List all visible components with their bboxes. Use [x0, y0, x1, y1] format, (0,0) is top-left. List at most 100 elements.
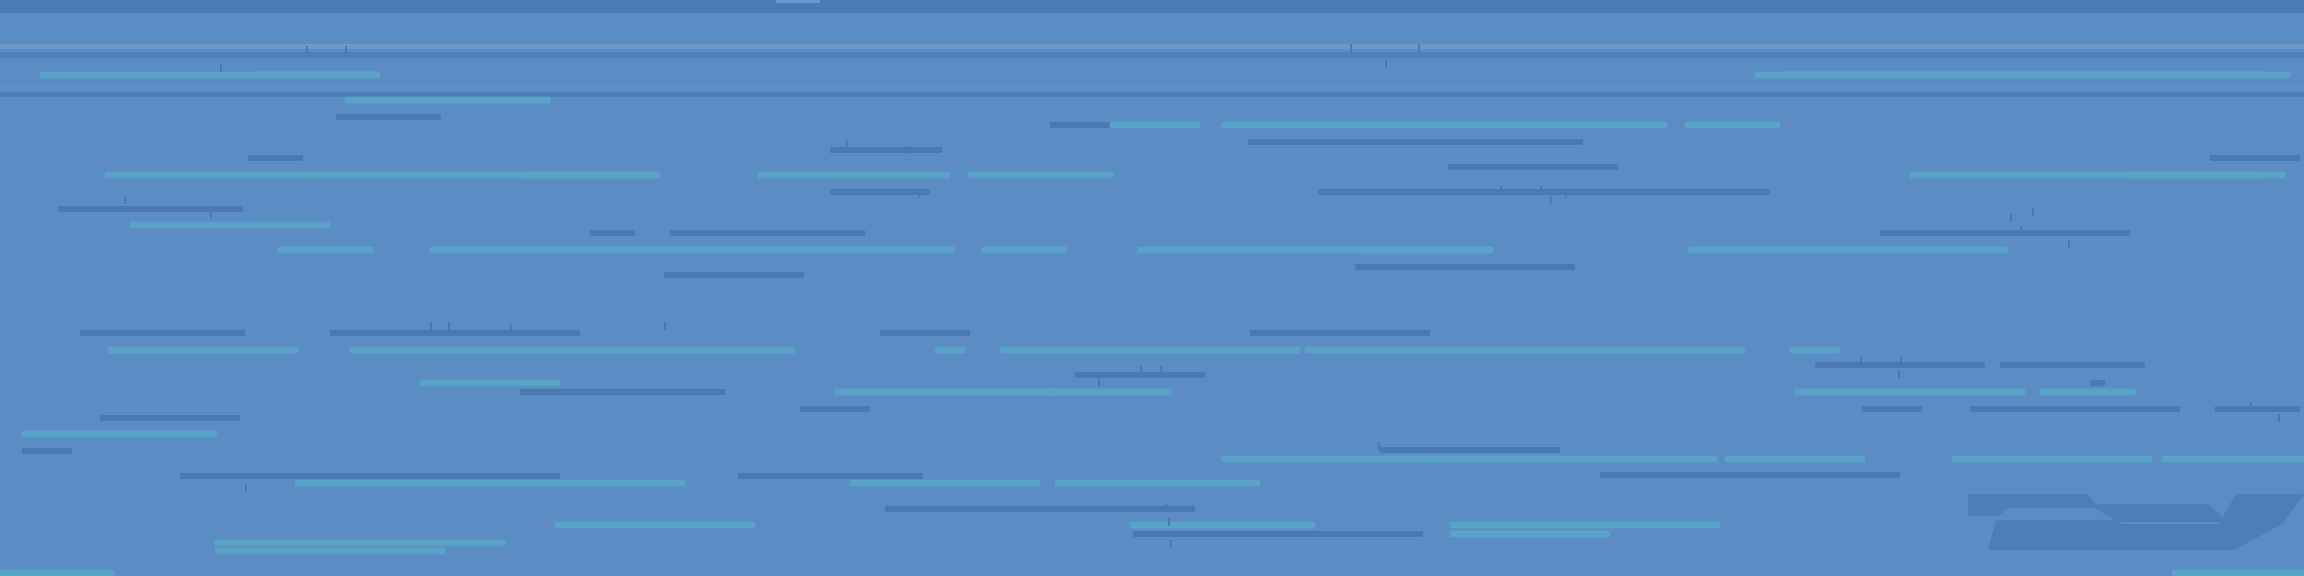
blurred-tick-mark [1550, 196, 1552, 204]
blurred-text-line [295, 480, 685, 486]
blurred-text-line [2215, 406, 2300, 412]
blurred-text-line [22, 431, 217, 437]
blurred-tick-mark [918, 190, 920, 198]
blurred-text-line [2000, 362, 2145, 368]
blurred-text-line [1688, 247, 2008, 253]
blurred-text-line [278, 247, 373, 253]
blurred-text-line [1355, 264, 1575, 270]
blurred-text-line [664, 272, 804, 278]
blurred-text-line [1725, 456, 1865, 462]
blurred-tick-mark [1350, 44, 1352, 52]
blurred-tick-mark [1900, 356, 1902, 364]
blurred-text-line [738, 473, 923, 479]
blurred-text-line [58, 206, 243, 212]
blurred-text-line [2172, 570, 2304, 576]
blurred-tick-mark [2278, 414, 2280, 422]
blurred-text-line [215, 540, 505, 546]
blurred-text-line [2210, 155, 2300, 161]
blurred-text-line [1685, 122, 1780, 128]
blurred-text-line [850, 480, 1040, 486]
blurred-tick-mark [1898, 370, 1900, 378]
blurred-tick-mark [345, 46, 347, 54]
blurred-text-line [1130, 522, 1315, 528]
blurred-text-line [1360, 247, 1490, 253]
blurred-tick-mark [2032, 208, 2034, 216]
blurred-tick-mark [1500, 186, 1502, 194]
blurred-text-line [885, 506, 1195, 512]
blurred-text-line [215, 548, 445, 554]
blurred-tick-mark [906, 146, 908, 154]
blurred-text-line [1862, 406, 1922, 412]
blurred-tick-mark [1165, 504, 1167, 512]
blurred-text-line [800, 406, 870, 412]
blurred-text-line [1450, 522, 1720, 528]
blurred-tick-mark [210, 210, 212, 218]
blurred-text-line [336, 114, 441, 120]
blurred-text-line [1046, 389, 1171, 395]
blurred-tick-mark [1565, 190, 1567, 198]
blurred-text-line [255, 72, 380, 78]
blurred-text-line [1785, 72, 2290, 78]
blurred-tick-mark [448, 322, 450, 330]
blurred-text-line [830, 189, 930, 195]
blurred-text-line [555, 522, 755, 528]
blurred-text-line [0, 570, 114, 576]
blurred-text-line [1880, 230, 2130, 236]
blurred-text-line [968, 172, 1113, 178]
blurred-tick-mark [124, 196, 126, 204]
blurred-text-line [420, 380, 560, 386]
blurred-text-line [1110, 122, 1200, 128]
blurred-tick-mark [1140, 366, 1142, 374]
blurred-tick-mark [1378, 442, 1380, 450]
blurred-tick-mark [1170, 540, 1172, 548]
blurred-text-line [108, 347, 298, 353]
blurred-text-line [1305, 347, 1745, 353]
blurred-text-line [1050, 122, 1110, 128]
blurred-text-line [880, 330, 970, 336]
blurred-tick-mark [1540, 186, 1542, 194]
blurred-text-line [526, 172, 656, 178]
blurred-page-canvas [0, 0, 2304, 576]
subheader-rule-light [0, 86, 2304, 90]
blurred-text-line [1422, 456, 1717, 462]
blurred-text-line [345, 97, 550, 103]
blurred-text-line [758, 172, 950, 178]
blurred-text-line [1970, 406, 2180, 412]
blurred-tick-mark [1168, 518, 1170, 526]
abstract-mark-icon [1968, 494, 2304, 550]
blurred-text-line [1795, 389, 2025, 395]
blurred-text-line [2090, 380, 2105, 386]
blurred-tick-mark [510, 324, 512, 332]
blurred-tick-mark [1860, 356, 1862, 364]
blurred-tick-mark [1418, 44, 1420, 52]
blurred-tick-mark [1160, 366, 1162, 374]
blurred-text-line [1133, 531, 1423, 537]
blurred-tick-mark [430, 322, 432, 330]
blurred-tick-mark [1098, 378, 1100, 386]
blurred-text-line [180, 473, 560, 479]
blurred-text-line [670, 230, 865, 236]
blurred-text-line [100, 415, 240, 421]
blurred-text-line [1380, 447, 1560, 453]
blurred-text-line [1448, 164, 1618, 170]
blurred-tick-mark [664, 322, 666, 330]
blurred-text-line [835, 389, 1055, 395]
blurred-text-line [1248, 139, 1583, 145]
blurred-text-line [2040, 389, 2135, 395]
blurred-text-line [1000, 347, 1300, 353]
blurred-text-line [1222, 122, 1667, 128]
blurred-text-line [1952, 456, 2152, 462]
blurred-text-line [590, 230, 635, 236]
blurred-text-line [2162, 456, 2304, 462]
blurred-text-line [350, 347, 795, 353]
blurred-text-line [935, 347, 965, 353]
blurred-text-line [1450, 531, 1610, 537]
blurred-text-line [1250, 330, 1430, 336]
blurred-text-line [1790, 347, 1840, 353]
blurred-tick-mark [846, 140, 848, 148]
blurred-text-line [1222, 456, 1427, 462]
blurred-tick-mark [2068, 240, 2070, 248]
blurred-tick-mark [2250, 402, 2252, 410]
blurred-text-line [22, 448, 72, 454]
blurred-text-line [195, 330, 245, 336]
